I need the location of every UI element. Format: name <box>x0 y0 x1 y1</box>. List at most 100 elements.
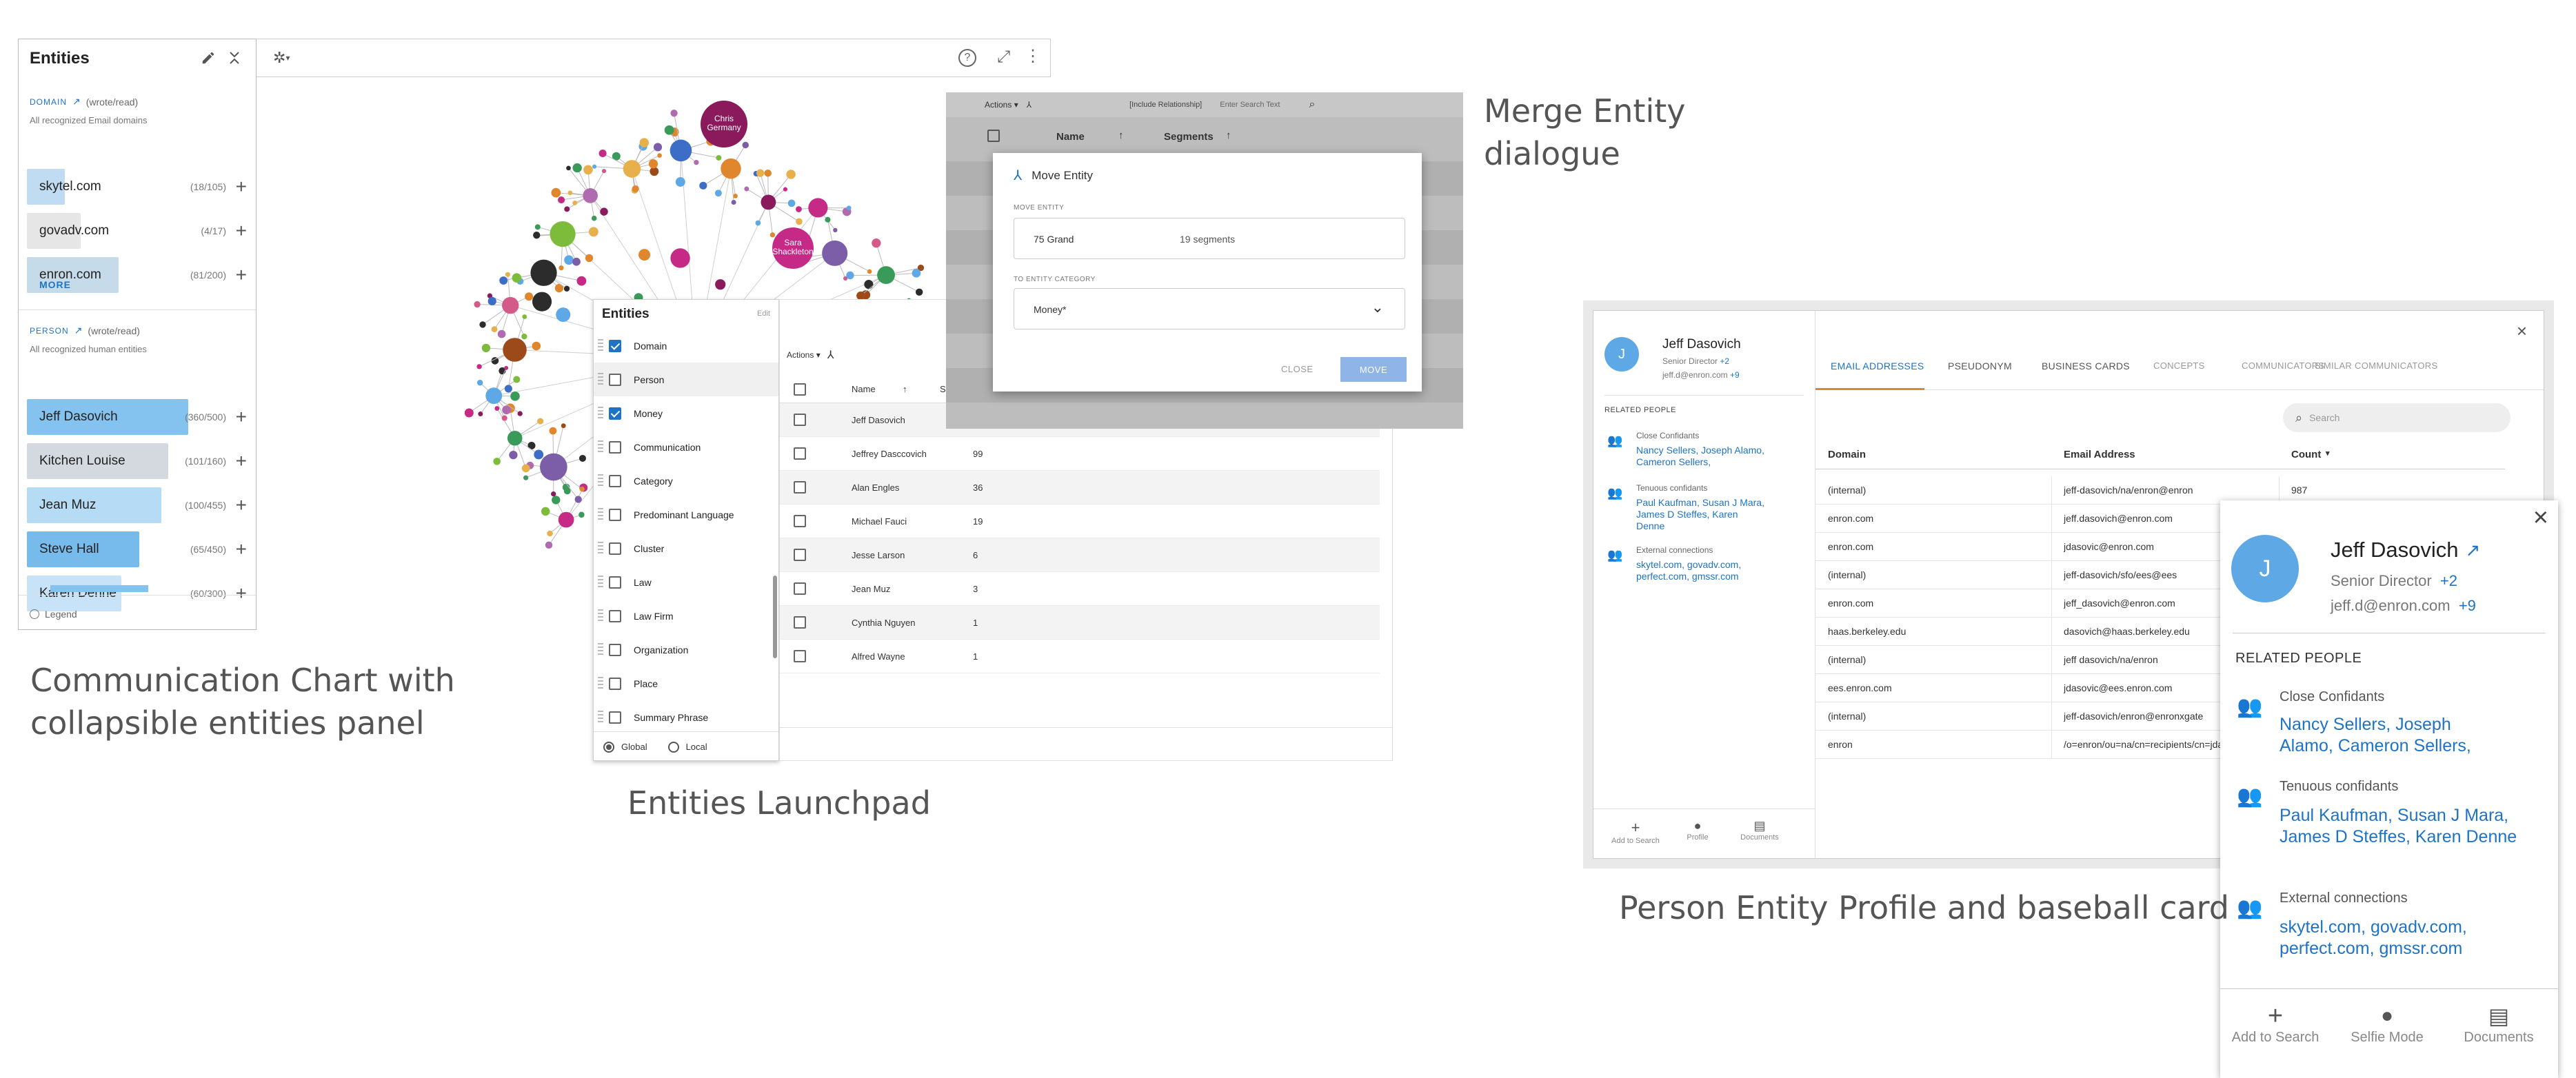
graph-node[interactable] <box>481 343 491 353</box>
graph-node[interactable] <box>742 141 749 149</box>
category-item[interactable]: Category <box>594 464 778 498</box>
actions-dropdown[interactable]: Actions ▾ <box>985 100 1018 110</box>
add-icon[interactable]: + <box>236 221 247 241</box>
add-icon[interactable]: + <box>236 540 247 559</box>
graph-node[interactable] <box>533 232 541 239</box>
category-checkbox[interactable] <box>609 576 621 589</box>
graph-node[interactable] <box>588 227 598 237</box>
merge-icon[interactable]: ⅄ <box>827 348 834 362</box>
graph-node[interactable] <box>675 177 685 187</box>
graph-hub-node[interactable] <box>583 187 598 203</box>
graph-node[interactable] <box>583 165 593 175</box>
card-documents[interactable]: ▤ Documents <box>2451 1002 2547 1046</box>
drag-handle-icon[interactable] <box>598 642 603 657</box>
graph-node[interactable] <box>639 138 650 148</box>
graph-node[interactable] <box>833 227 838 233</box>
col-segments-header[interactable]: Segments <box>1164 131 1214 143</box>
graph-node[interactable] <box>476 380 483 386</box>
drag-handle-icon[interactable] <box>598 507 603 522</box>
category-checkbox[interactable] <box>609 339 621 352</box>
graph-hub-node[interactable] <box>558 511 574 528</box>
graph-node[interactable] <box>653 143 663 152</box>
category-item[interactable]: Domain <box>594 329 778 363</box>
person-row[interactable]: Jean Muz (100/455) + <box>27 487 251 523</box>
graph-node[interactable] <box>476 364 482 369</box>
drag-handle-icon[interactable] <box>598 541 603 556</box>
table-row[interactable]: Alfred Wayne 1 <box>780 640 1380 673</box>
drag-handle-icon[interactable] <box>598 440 603 454</box>
table-row[interactable]: Jesse Larson 6 <box>780 538 1380 572</box>
drag-handle-icon[interactable] <box>598 372 603 387</box>
graph-node[interactable] <box>504 385 512 393</box>
graph-node[interactable] <box>572 163 582 173</box>
graph-node[interactable] <box>534 224 541 230</box>
graph-node[interactable] <box>714 190 722 197</box>
graph-node[interactable] <box>501 415 507 421</box>
graph-node[interactable] <box>601 169 607 174</box>
graph-node[interactable] <box>556 307 571 323</box>
card-add-to-search[interactable]: + Add to Search <box>2227 1002 2324 1046</box>
graph-node[interactable] <box>567 190 573 196</box>
fullscreen-icon[interactable]: ⤢ <box>997 48 1010 67</box>
graph-node[interactable] <box>547 530 553 537</box>
graph-node[interactable] <box>664 125 674 135</box>
close-icon[interactable]: × <box>2517 321 2527 342</box>
graph-hub-node[interactable] <box>503 338 527 362</box>
actions-dropdown[interactable]: Actions ▾ <box>787 350 821 360</box>
category-checkbox[interactable] <box>609 373 621 386</box>
col-name-header[interactable]: Name <box>852 384 876 394</box>
graph-node[interactable] <box>552 496 561 505</box>
graph-node[interactable] <box>512 273 522 283</box>
sort-icon[interactable]: ↑ <box>1226 130 1231 141</box>
category-checkbox[interactable] <box>609 711 621 724</box>
graph-node[interactable] <box>694 159 699 165</box>
external-link-icon[interactable]: ↗ <box>74 325 83 336</box>
email-more-link[interactable]: +9 <box>1730 370 1740 380</box>
graph-node[interactable] <box>576 276 587 286</box>
external-link-icon[interactable]: ↗ <box>2466 540 2481 561</box>
category-checkbox[interactable] <box>609 508 621 521</box>
graph-node[interactable] <box>491 326 498 332</box>
graph-node[interactable] <box>474 301 481 308</box>
graph-node[interactable] <box>744 186 749 192</box>
graph-node[interactable] <box>478 411 483 417</box>
graph-node[interactable] <box>786 170 796 179</box>
graph-node[interactable] <box>670 248 690 268</box>
graph-node[interactable] <box>796 218 803 225</box>
add-icon[interactable]: + <box>236 265 247 285</box>
graph-hub-node[interactable] <box>808 198 828 218</box>
graph-hub-node[interactable] <box>670 139 692 162</box>
graph-hub-node[interactable] <box>502 296 519 314</box>
graph-node[interactable] <box>638 249 651 261</box>
add-icon[interactable]: + <box>236 584 247 603</box>
graph-node[interactable] <box>592 164 597 169</box>
graph-hub-node[interactable] <box>485 387 503 405</box>
graph-node[interactable] <box>504 365 509 370</box>
graph-node[interactable] <box>521 464 530 473</box>
merge-icon[interactable]: ⅄ <box>1027 100 1032 110</box>
graph-hub-node[interactable] <box>530 259 557 286</box>
graph-hub-node[interactable] <box>550 221 576 247</box>
col-email[interactable]: Email Address <box>2064 449 2135 460</box>
graph-node[interactable] <box>825 216 831 223</box>
graph-node[interactable] <box>574 496 582 503</box>
graph-node[interactable] <box>598 149 607 158</box>
graph-node[interactable] <box>551 491 556 497</box>
edit-icon[interactable] <box>199 49 217 67</box>
graph-node[interactable] <box>648 159 658 169</box>
graph-node[interactable] <box>522 314 527 319</box>
add-to-search-button[interactable]: + Add to Search <box>1611 819 1660 845</box>
graph-node[interactable] <box>600 207 608 216</box>
card-selfie-mode[interactable]: ● Selfie Mode <box>2339 1002 2435 1046</box>
category-checkbox[interactable] <box>609 407 621 420</box>
graph-node[interactable] <box>867 269 872 274</box>
col-domain[interactable]: Domain <box>1828 449 1866 460</box>
graph-node[interactable] <box>864 280 874 289</box>
graph-node[interactable] <box>846 205 852 211</box>
graph-node[interactable] <box>551 187 561 198</box>
more-link[interactable]: MORE <box>39 279 71 290</box>
close-button[interactable]: CLOSE <box>1281 364 1314 374</box>
graph-node[interactable] <box>699 181 707 190</box>
graph-node[interactable] <box>846 271 854 280</box>
graph-node[interactable] <box>572 257 581 266</box>
